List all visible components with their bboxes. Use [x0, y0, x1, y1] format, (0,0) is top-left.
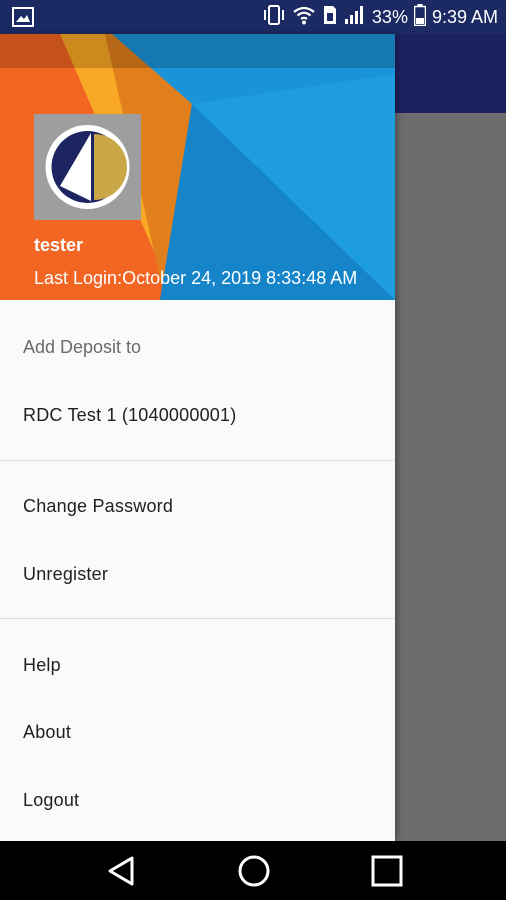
battery-percent: 33% — [371, 6, 408, 27]
unregister-item[interactable]: Unregister — [0, 546, 395, 602]
help-item[interactable]: Help — [0, 637, 395, 693]
account-item[interactable]: RDC Test 1 (1040000001) — [0, 387, 395, 443]
change-password-item[interactable]: Change Password — [0, 478, 395, 534]
signal-icon — [344, 5, 366, 30]
clock: 9:39 AM — [431, 6, 498, 27]
vibrate-icon — [262, 4, 286, 31]
image-icon — [12, 7, 34, 32]
logo-icon — [45, 125, 130, 209]
wifi-icon — [292, 5, 316, 30]
data-saver-icon — [322, 4, 338, 31]
home-icon[interactable] — [219, 841, 289, 900]
navigation-drawer: tester Last Login:October 24, 2019 8:33:… — [0, 34, 395, 841]
battery-icon — [413, 3, 427, 31]
about-item[interactable]: About — [0, 704, 395, 760]
recents-icon[interactable] — [352, 841, 422, 900]
status-bar: 33% 9:39 AM — [0, 0, 506, 34]
navigation-bar — [0, 841, 506, 900]
add-deposit-header: Add Deposit to — [23, 337, 142, 357]
last-login: Last Login:October 24, 2019 8:33:48 AM — [34, 268, 358, 288]
back-icon[interactable] — [86, 841, 156, 900]
drawer-header: tester Last Login:October 24, 2019 8:33:… — [0, 34, 395, 300]
avatar[interactable] — [34, 114, 141, 220]
username: tester — [34, 235, 84, 255]
logout-item[interactable]: Logout — [0, 772, 395, 828]
divider — [0, 460, 395, 461]
divider — [0, 618, 395, 619]
drawer-scrim[interactable] — [395, 113, 506, 841]
